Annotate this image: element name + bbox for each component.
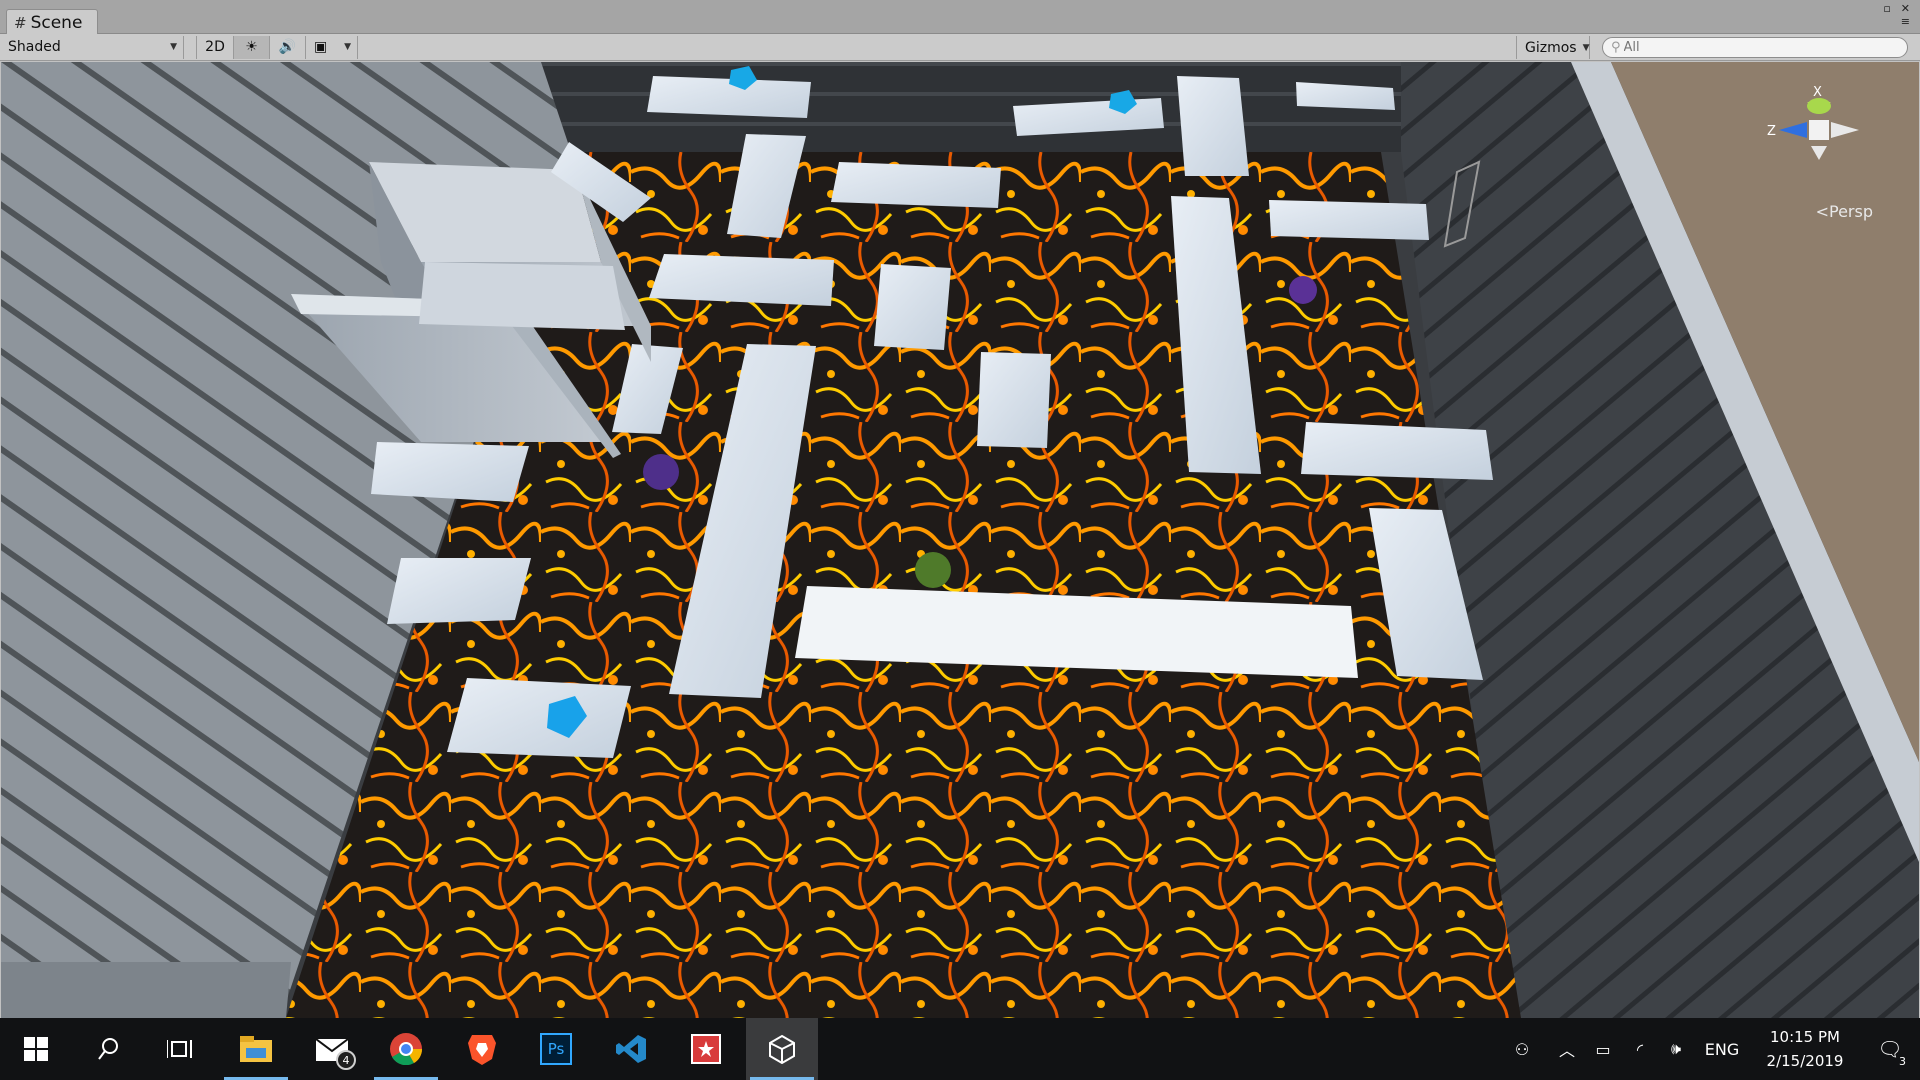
brave-icon	[468, 1035, 496, 1065]
window-controls: ▫ ✕ ≡	[1883, 2, 1910, 28]
search-button[interactable]	[72, 1018, 144, 1080]
scene-window: # Scene ▫ ✕ ≡ Shaded ▼ 2D ☀ 🔊 ▣ ▼ Gizmos…	[0, 0, 1920, 1018]
system-tray: ⚇ ︿ ▭ ◜ 🕪 ENG 10:15 PM 2/15/2019 🗨 3	[1494, 1018, 1920, 1080]
battery-icon: ▭	[1595, 1039, 1611, 1059]
chevron-down-icon: ▼	[1582, 42, 1590, 53]
show-hidden-icons-button[interactable]: ︿	[1550, 1018, 1584, 1080]
speaker-icon: 🕪	[1670, 1039, 1682, 1058]
taskbar: 4 Ps ⚇ ︿ ▭ ◜ 🕪 ENG 10:15 PM 2/15/2019 🗨 …	[0, 1018, 1920, 1080]
clock-date: 2/15/2019	[1766, 1052, 1844, 1070]
taskbar-app-vscode[interactable]	[596, 1018, 668, 1080]
tab-strip: # Scene ▫ ✕ ≡	[0, 0, 1920, 35]
folder-icon	[240, 1036, 272, 1062]
draw-mode-dropdown[interactable]: Shaded ▼	[0, 35, 184, 59]
persp-text: Persp	[1829, 202, 1873, 221]
gizmos-label: Gizmos	[1525, 39, 1577, 56]
speaker-icon: 🔊	[278, 39, 297, 55]
windows-icon	[24, 1037, 48, 1061]
taskbar-app-mail[interactable]: 4	[296, 1018, 368, 1080]
taskbar-app-explorer[interactable]	[220, 1018, 292, 1080]
search-icon	[98, 1038, 118, 1060]
taskbar-app-photoshop[interactable]: Ps	[520, 1018, 592, 1080]
sun-icon: ☀	[245, 39, 258, 55]
language-indicator[interactable]: ENG	[1694, 1018, 1750, 1080]
notification-count: 3	[1897, 1055, 1908, 1068]
maximize-icon[interactable]: ▫	[1883, 2, 1890, 15]
scene-viewport[interactable]: X Z <Persp	[1, 62, 1919, 1018]
action-center-button[interactable]: 🗨 3	[1860, 1018, 1920, 1080]
chevron-up-icon: ︿	[1558, 1041, 1575, 1060]
tab-scene[interactable]: # Scene	[6, 9, 98, 35]
mail-badge: 4	[336, 1050, 356, 1070]
search-icon: ⚲	[1611, 40, 1621, 55]
chevron-left-icon: <	[1815, 202, 1829, 221]
lighting-toggle[interactable]: ☀	[234, 35, 270, 59]
effects-dropdown[interactable]: ▣ ▼	[306, 35, 358, 59]
mode-2d-button[interactable]: 2D	[196, 35, 234, 59]
taskbar-app-chrome[interactable]	[370, 1018, 442, 1080]
people-icon: ⚇	[1514, 1039, 1530, 1059]
bookmark-icon	[691, 1034, 721, 1064]
unity-icon	[769, 1034, 795, 1064]
grid-icon: #	[14, 13, 27, 32]
image-icon: ▣	[314, 39, 328, 55]
clock-time: 10:15 PM	[1770, 1028, 1840, 1046]
taskbar-app-brave[interactable]	[446, 1018, 518, 1080]
audio-toggle[interactable]: 🔊	[270, 35, 306, 59]
start-button[interactable]	[0, 1018, 72, 1080]
taskbar-app-unity[interactable]	[746, 1018, 818, 1080]
chevron-down-icon: ▼	[344, 42, 351, 52]
scene-render	[1, 62, 1919, 1018]
task-view-button[interactable]	[144, 1018, 216, 1080]
photoshop-icon: Ps	[540, 1033, 572, 1065]
close-icon[interactable]: ✕	[1901, 2, 1910, 15]
draw-mode-value: Shaded	[8, 39, 61, 55]
chrome-icon	[390, 1033, 422, 1065]
network-button[interactable]: ◜	[1622, 1018, 1658, 1080]
battery-button[interactable]: ▭	[1584, 1018, 1622, 1080]
chevron-down-icon: ▼	[170, 42, 177, 52]
search-input[interactable]	[1623, 40, 1884, 55]
clock[interactable]: 10:15 PM 2/15/2019	[1750, 1018, 1860, 1080]
gizmos-dropdown[interactable]: Gizmos ▼	[1516, 36, 1590, 59]
vscode-icon	[616, 1035, 646, 1063]
volume-button[interactable]: 🕪	[1658, 1018, 1694, 1080]
axis-x-label: X	[1813, 85, 1822, 100]
task-view-icon	[167, 1040, 192, 1058]
tab-scene-label: Scene	[30, 12, 83, 33]
bottom-ledge	[1, 962, 291, 1018]
taskbar-app-bookmark[interactable]	[670, 1018, 742, 1080]
axis-z-label: Z	[1767, 124, 1776, 139]
scene-toolbar: Shaded ▼ 2D ☀ 🔊 ▣ ▼ Gizmos ▼ ⚲	[0, 34, 1920, 61]
mode-2d-label: 2D	[205, 39, 225, 55]
persp-label[interactable]: <Persp	[1816, 202, 1873, 221]
scene-search[interactable]: ⚲	[1602, 37, 1908, 58]
wifi-icon: ◜	[1636, 1039, 1644, 1059]
menu-icon[interactable]: ≡	[1901, 15, 1910, 28]
people-button[interactable]: ⚇	[1494, 1018, 1550, 1080]
